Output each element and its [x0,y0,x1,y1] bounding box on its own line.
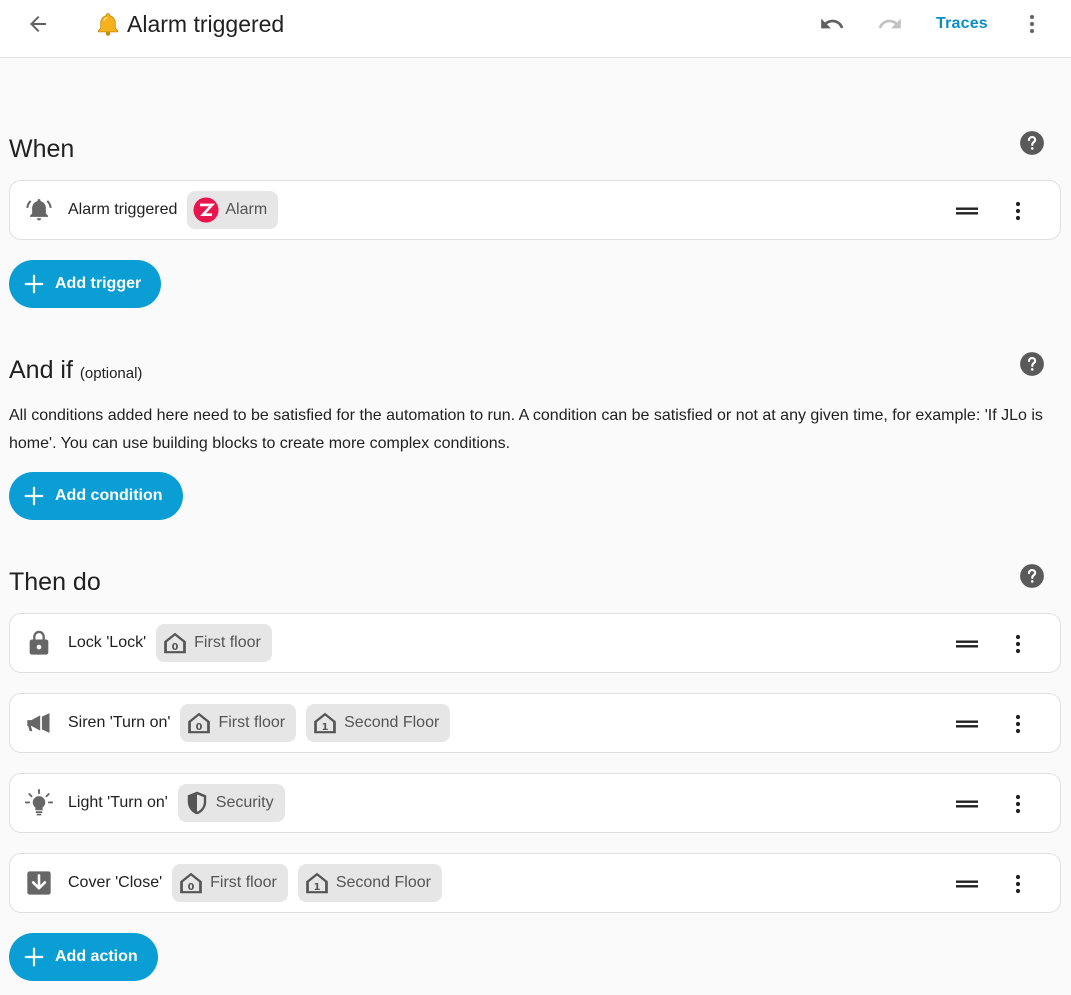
arrow-left-icon [30,16,46,32]
action-label: Lock 'Lock' [68,634,147,651]
back-button[interactable] [20,6,56,42]
add-condition-button[interactable]: Add condition [9,472,183,520]
plus-icon [24,486,44,506]
target-chip[interactable]: Alarm [187,191,279,229]
svg-text:1: 1 [313,882,320,893]
help-when-button[interactable] [1019,130,1045,156]
floor-0-icon: 0 [188,712,211,734]
action-row-siren[interactable]: Siren 'Turn on' 0 First floor 1 Second F… [9,693,1061,753]
row-menu-button[interactable] [1004,710,1032,738]
floor-1-icon: 1 [305,872,328,894]
target-chip[interactable]: 0 First floor [156,624,272,662]
add-condition-label: Add condition [55,487,163,504]
add-trigger-button[interactable]: Add trigger [9,260,162,308]
action-row-lock[interactable]: Lock 'Lock' 0 First floor [9,613,1061,673]
zha-logo-icon [193,197,219,223]
add-action-button[interactable]: Add action [9,933,158,981]
action-row-cover[interactable]: Cover 'Close' 0 First floor 1 Second Flo… [9,853,1061,913]
traces-button[interactable]: Traces [928,8,996,40]
section-title-then-do: Then do [9,568,101,596]
target-chip-label: First floor [218,714,286,731]
action-label: Cover 'Close' [68,874,163,891]
drag-handle[interactable] [954,871,980,897]
drag-handle[interactable] [954,631,980,657]
drag-handle-icon [956,800,978,808]
section-title-and-if: And if (optional) [9,356,142,385]
floor-1-icon: 1 [314,712,336,734]
floor-0-icon: 0 [180,872,202,894]
target-chip-label: First floor [194,634,261,651]
action-row-light[interactable]: Light 'Turn on' Security [9,773,1061,833]
undo-button[interactable] [814,6,850,42]
section-title-when: When [9,135,75,163]
page-title: Alarm triggered [127,10,285,37]
target-chip-label: First floor [210,874,277,891]
dots-vertical-icon [1015,874,1021,894]
bell-emoji-icon [97,13,119,36]
target-chip[interactable]: 1 Second Floor [306,704,451,742]
arrow-down-box-icon [27,871,51,895]
dots-vertical-icon [1015,794,1021,814]
help-circle-icon [1020,352,1044,376]
target-chip[interactable]: Security [177,784,285,822]
floor-0-icon: 0 [164,632,186,654]
row-menu-button[interactable] [1004,197,1032,225]
drag-handle-icon [956,207,978,215]
dots-vertical-icon [1030,15,1034,33]
help-then-do-button[interactable] [1019,563,1045,589]
redo-icon [878,18,901,29]
overflow-menu-button[interactable] [1014,6,1050,42]
target-chip-label: Security [215,794,274,811]
conditions-description: All conditions added here need to be sat… [9,407,1043,452]
lock-icon [29,630,49,655]
plus-icon [24,274,44,294]
shield-icon [187,791,207,815]
drag-handle[interactable] [954,711,980,737]
target-chip-label: Alarm [225,201,268,218]
bell-ring-icon [26,199,52,221]
add-trigger-label: Add trigger [55,275,142,292]
drag-handle[interactable] [954,791,980,817]
target-chip[interactable]: 0 First floor [172,864,288,902]
action-label: Siren 'Turn on' [68,714,171,731]
optional-label: (optional) [79,365,143,382]
page-title-group: Alarm triggered [95,9,284,39]
bullhorn-icon [27,713,50,733]
drag-handle-icon [956,880,978,888]
lightbulb-icon [24,788,54,816]
target-chip-label: Second Floor [344,714,440,731]
redo-button[interactable] [872,6,908,42]
drag-handle-icon [956,720,978,728]
undo-icon [821,18,844,29]
add-action-label: Add action [55,948,138,965]
svg-text:0: 0 [172,642,179,653]
action-label: Light 'Turn on' [68,794,168,811]
row-menu-button[interactable] [1004,630,1032,658]
top-app-bar: Alarm triggered Traces [0,0,1071,58]
help-and-if-button[interactable] [1019,351,1045,377]
drag-handle-icon [956,640,978,648]
svg-text:0: 0 [196,722,203,733]
dots-vertical-icon [1015,634,1021,654]
target-chip-label: Second Floor [335,874,431,891]
target-chip[interactable]: 1 Second Floor [297,864,442,902]
section-title-and-if-text: And if [9,356,73,384]
row-menu-button[interactable] [1004,790,1032,818]
row-menu-button[interactable] [1004,870,1032,898]
svg-text:0: 0 [188,882,195,893]
trigger-row[interactable]: Alarm triggered Alarm [9,180,1061,240]
help-circle-icon [1020,564,1044,588]
dots-vertical-icon [1015,714,1021,734]
help-circle-icon [1020,131,1044,155]
svg-text:1: 1 [322,722,329,733]
trigger-label: Alarm triggered [68,201,178,218]
drag-handle[interactable] [954,198,980,224]
target-chip[interactable]: 0 First floor [180,704,297,742]
dots-vertical-icon [1015,201,1021,221]
plus-icon [24,947,44,967]
